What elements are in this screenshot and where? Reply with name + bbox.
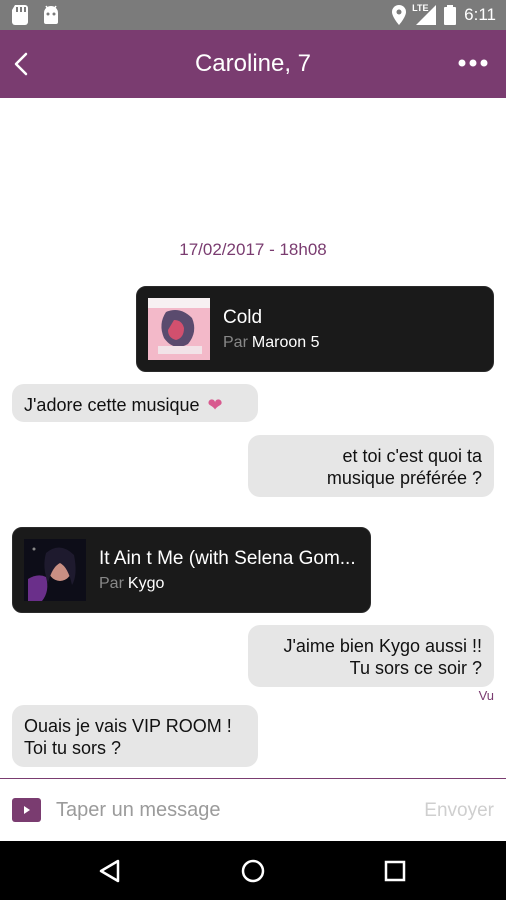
track-title: It Ain t Me (with Selena Gom... (99, 548, 356, 569)
message-text-line: Ouais je vais VIP ROOM ! (24, 716, 232, 736)
message-composer: Envoyer (0, 778, 506, 841)
conversation-title: Caroline, 7 (194, 50, 312, 77)
message-text: J'adore cette musique (24, 395, 200, 415)
status-bar: LTE 6:11 (0, 0, 506, 30)
heart-emoji-icon: ❤ (207, 395, 223, 415)
location-icon (392, 5, 407, 25)
play-icon (24, 806, 30, 814)
signal-icon: LTE (412, 3, 437, 25)
track-artist-line: Par Maroon 5 (223, 334, 320, 352)
nav-back-icon (99, 859, 120, 883)
by-label: Par (223, 334, 248, 351)
nav-home-button[interactable] (238, 856, 268, 886)
more-dots-icon (458, 59, 488, 67)
navigation-bar (0, 841, 506, 900)
nav-back-button[interactable] (96, 856, 126, 886)
message-text-line: et toi c'est quoi ta (342, 446, 482, 466)
track-artist: Kygo (127, 575, 165, 592)
message-text-line: musique préférée ? (326, 468, 482, 488)
music-card-kygo[interactable]: It Ain t Me (with Selena Gom... Par Kygo (12, 527, 371, 613)
message-text-line: Tu sors ce soir ? (349, 658, 482, 678)
album-cover-cold (148, 298, 210, 360)
app-bar: Caroline, 7 (0, 30, 506, 98)
message-text-line: J'aime bien Kygo aussi !! (283, 636, 482, 656)
battery-icon (444, 5, 457, 25)
track-artist: Maroon 5 (251, 334, 320, 351)
conversation-date: 17/02/2017 - 18h08 (179, 240, 327, 259)
music-card-cold[interactable]: Cold Par Maroon 5 (136, 286, 494, 372)
sd-card-icon (12, 5, 28, 25)
music-share-button[interactable] (12, 798, 41, 822)
by-label: Par (99, 575, 124, 592)
message-bubble-sent[interactable]: et toi c'est quoi ta musique préférée ? (248, 435, 494, 497)
message-bubble-sent[interactable]: J'aime bien Kygo aussi !! Tu sors ce soi… (248, 625, 494, 687)
read-receipt: Vu (478, 688, 494, 703)
album-cover-kygo (24, 539, 86, 601)
message-input[interactable] (54, 792, 398, 828)
message-text-line: Toi tu sors ? (24, 738, 122, 758)
clock: 6:11 (464, 5, 496, 24)
track-artist-line: Par Kygo (99, 575, 164, 593)
nav-recents-icon (384, 860, 406, 882)
nav-home-icon (241, 859, 265, 883)
nav-recents-button[interactable] (380, 856, 410, 886)
more-options-button[interactable] (458, 55, 488, 71)
android-icon (44, 5, 58, 24)
track-title: Cold (223, 307, 263, 328)
chat-area[interactable]: 17/02/2017 - 18h08 Cold Par Maroon 5 J'ad… (0, 98, 506, 778)
send-button[interactable]: Envoyer (424, 800, 494, 822)
message-bubble-received[interactable]: J'adore cette musique ❤ (12, 384, 258, 422)
message-bubble-received[interactable]: Ouais je vais VIP ROOM ! Toi tu sors ? (12, 705, 258, 767)
